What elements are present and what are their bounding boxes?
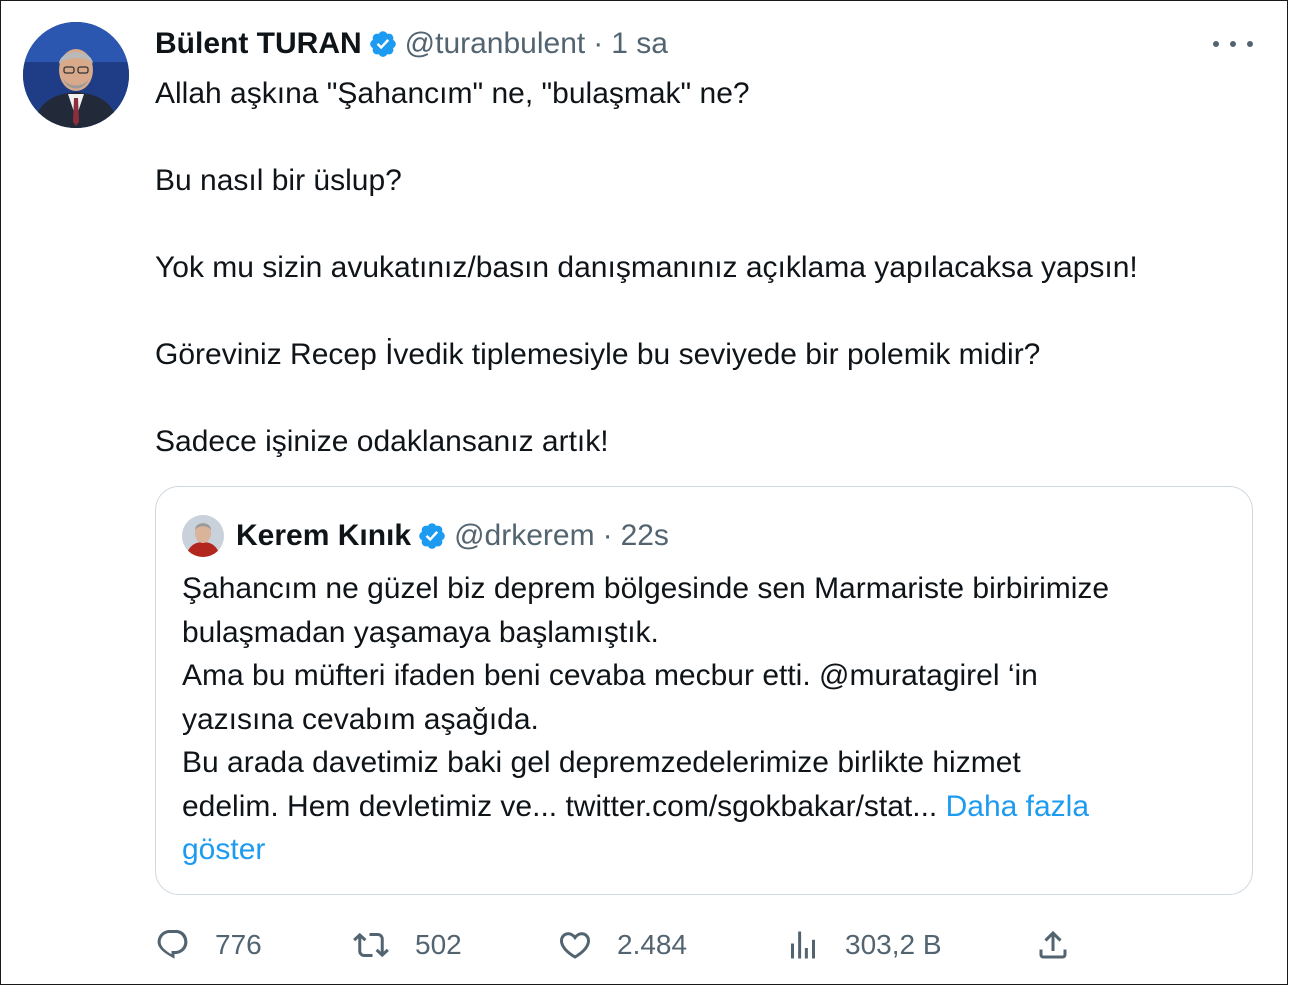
quoted-text-line: yazısına cevabım aşağıda. xyxy=(182,702,539,736)
quoted-text-line-last: edelim. Hem devletimiz ve... twitter.com… xyxy=(182,785,1232,829)
author-avatar[interactable] xyxy=(23,22,129,128)
share-icon xyxy=(1035,927,1071,963)
heart-icon xyxy=(557,927,593,963)
quoted-text-line: Şahancım ne güzel biz deprem bölgesinde … xyxy=(182,572,1110,605)
tweet-paragraph: Göreviniz Recep İvedik tiplemesiyle bu s… xyxy=(155,338,1041,371)
views-button[interactable]: 303,2 B xyxy=(785,920,942,970)
quoted-tweet-timestamp[interactable]: 22s xyxy=(621,519,669,553)
quoted-text-line: Ama bu müfteri ifaden beni cevaba mecbur… xyxy=(182,659,1038,692)
views-icon xyxy=(785,927,821,963)
quoted-author-handle[interactable]: @drkerem xyxy=(454,519,594,553)
verified-badge-icon xyxy=(368,29,398,59)
show-more-link-continued[interactable]: göster xyxy=(182,833,265,866)
tweet-text: Allah aşkına "Şahancım" ne, "bulaşmak" n… xyxy=(155,72,1255,507)
retweet-count: 502 xyxy=(415,929,462,960)
quoted-author-avatar[interactable] xyxy=(182,515,224,557)
reply-icon xyxy=(155,927,191,963)
share-button[interactable] xyxy=(1035,920,1071,970)
header-separator: · xyxy=(593,27,604,60)
tweet-paragraph: Yok mu sizin avukatınız/basın danışmanın… xyxy=(155,251,1138,284)
retweet-button[interactable]: 502 xyxy=(351,920,462,970)
reply-count: 776 xyxy=(215,929,262,960)
more-icon[interactable] xyxy=(1213,36,1253,52)
tweet-paragraph: Sadece işinize odaklansanız artık! xyxy=(155,425,609,458)
quoted-header-separator: · xyxy=(602,519,613,552)
quoted-tweet-header: Kerem Kınık @drkerem · 22s xyxy=(236,513,669,559)
quoted-tweet-text: Şahancım ne güzel biz deprem bölgesinde … xyxy=(182,567,1232,872)
like-count: 2.484 xyxy=(617,929,688,960)
quoted-author-name[interactable]: Kerem Kınık xyxy=(236,519,411,553)
quoted-text-line: Bu arada davetimiz baki gel depremzedele… xyxy=(182,746,1021,779)
author-handle[interactable]: @turanbulent xyxy=(405,27,586,61)
author-name[interactable]: Bülent TURAN xyxy=(155,27,362,61)
verified-badge-icon xyxy=(417,521,447,551)
tweet-timestamp[interactable]: 1 sa xyxy=(611,27,668,61)
quoted-tweet-card[interactable]: Kerem Kınık @drkerem · 22s Şahancım ne g… xyxy=(155,486,1253,895)
tweet-paragraph: Bu nasıl bir üslup? xyxy=(155,164,402,197)
action-bar: 776 502 2.484 303,2 B xyxy=(155,920,1275,970)
tweet-paragraph: Allah aşkına "Şahancım" ne, "bulaşmak" n… xyxy=(155,77,750,110)
tweet-header: Bülent TURAN @turanbulent · 1 sa xyxy=(155,22,668,66)
reply-button[interactable]: 776 xyxy=(155,920,262,970)
quoted-text-line: bulaşmadan yaşamaya başlamıştık. xyxy=(182,615,659,649)
like-button[interactable]: 2.484 xyxy=(557,920,687,970)
retweet-icon xyxy=(351,927,391,963)
show-more-link[interactable]: Daha fazla xyxy=(946,790,1089,823)
quoted-text-line: edelim. Hem devletimiz ve... twitter.com… xyxy=(182,789,938,823)
views-count: 303,2 B xyxy=(845,929,942,960)
